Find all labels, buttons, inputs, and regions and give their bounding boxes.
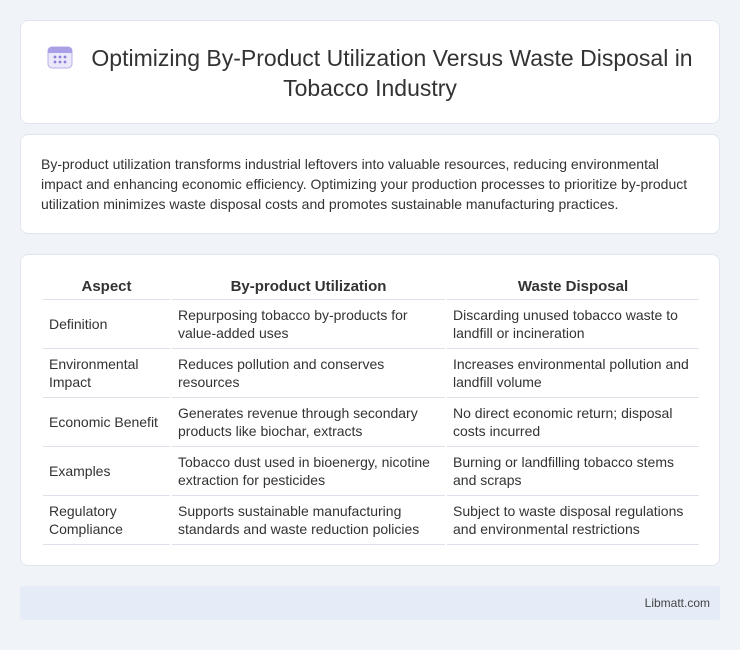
- calendar-icon: [47, 46, 73, 69]
- cell-waste-disposal: Increases environmental pollution and la…: [445, 348, 699, 398]
- cell-aspect: Regulatory Compliance: [43, 495, 171, 545]
- cell-byproduct-utilization: Supports sustainable manufacturing stand…: [170, 495, 446, 545]
- column-header-byproduct-utilization: By-product Utilization: [170, 275, 446, 300]
- intro-card: By-product utilization transforms indust…: [20, 134, 720, 234]
- header: Optimizing By-Product Utilization Versus…: [21, 43, 719, 103]
- cell-waste-disposal: Subject to waste disposal regulations an…: [445, 495, 699, 545]
- cell-byproduct-utilization: Repurposing tobacco by-products for valu…: [170, 299, 446, 349]
- cell-aspect: Definition: [43, 299, 171, 349]
- cell-byproduct-utilization: Reduces pollution and conserves resource…: [170, 348, 446, 398]
- header-card: Optimizing By-Product Utilization Versus…: [20, 20, 720, 124]
- cell-waste-disposal: Burning or landfilling tobacco stems and…: [445, 446, 699, 496]
- table-row: Definition Repurposing tobacco by-produc…: [43, 299, 699, 349]
- cell-byproduct-utilization: Generates revenue through secondary prod…: [170, 397, 446, 447]
- table-row: Environmental Impact Reduces pollution a…: [43, 348, 699, 398]
- footer: Libmatt.com: [20, 586, 720, 620]
- comparison-table: Aspect By-product Utilization Waste Disp…: [43, 275, 699, 545]
- table-row: Economic Benefit Generates revenue throu…: [43, 397, 699, 447]
- column-header-waste-disposal: Waste Disposal: [445, 275, 699, 300]
- cell-aspect: Economic Benefit: [43, 397, 171, 447]
- cell-aspect: Environmental Impact: [43, 348, 171, 398]
- table-row: Regulatory Compliance Supports sustainab…: [43, 495, 699, 545]
- intro-paragraph: By-product utilization transforms indust…: [41, 156, 688, 212]
- cell-aspect: Examples: [43, 446, 171, 496]
- table-header-row: Aspect By-product Utilization Waste Disp…: [43, 275, 699, 300]
- table-row: Examples Tobacco dust used in bioenergy,…: [43, 446, 699, 496]
- cell-waste-disposal: Discarding unused tobacco waste to landf…: [445, 299, 699, 349]
- footer-site-link[interactable]: Libmatt.com: [645, 596, 710, 610]
- page-title-text: Optimizing By-Product Utilization Versus…: [91, 45, 693, 101]
- comparison-card: Aspect By-product Utilization Waste Disp…: [20, 254, 720, 566]
- column-header-aspect: Aspect: [43, 275, 171, 300]
- cell-waste-disposal: No direct economic return; disposal cost…: [445, 397, 699, 447]
- page-title: Optimizing By-Product Utilization Versus…: [21, 43, 719, 103]
- cell-byproduct-utilization: Tobacco dust used in bioenergy, nicotine…: [170, 446, 446, 496]
